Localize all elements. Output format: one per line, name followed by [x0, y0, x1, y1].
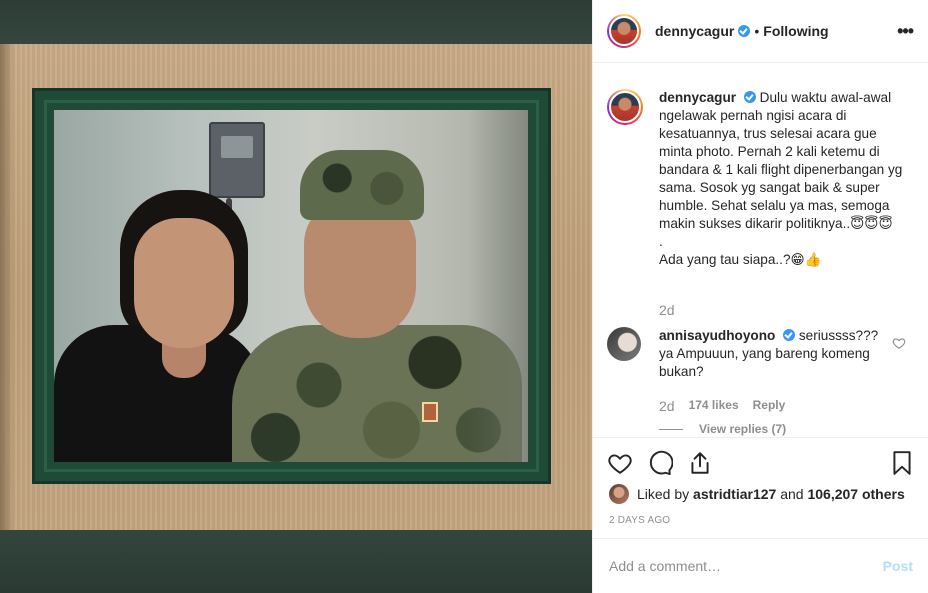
- verified-badge-icon: [743, 91, 756, 103]
- post-date[interactable]: 2 DAYS AGO: [609, 515, 670, 526]
- post-caption: dennycagur Dulu waktu awal-awal ngelawak…: [607, 89, 917, 269]
- author-username[interactable]: dennycagur: [655, 23, 734, 39]
- comment-meta: 2d 174 likes Reply: [659, 398, 785, 414]
- comment-likes[interactable]: 174 likes: [689, 398, 739, 414]
- post-side-panel: dennycagur • Following ••• dennycagur Du…: [592, 0, 928, 593]
- action-bar: [593, 437, 928, 487]
- following-button[interactable]: Following: [763, 23, 828, 39]
- liker-avatar[interactable]: [609, 484, 629, 504]
- post-header: dennycagur • Following •••: [593, 0, 928, 63]
- likes-others[interactable]: 106,207 others: [807, 486, 904, 502]
- verified-badge-icon: [783, 329, 796, 341]
- more-options-icon[interactable]: •••: [897, 22, 914, 40]
- comment-item: annisayudhoyono seriussss??? ya Ampuuun,…: [607, 327, 917, 381]
- printed-photo: [54, 110, 528, 462]
- person-left-face: [134, 218, 234, 348]
- liker-username[interactable]: astridtiar127: [693, 486, 776, 502]
- comment-like-heart-icon[interactable]: [892, 336, 906, 350]
- caption-question: Ada yang tau siapa..?😁👍: [659, 252, 822, 267]
- likes-prefix: Liked by: [637, 486, 690, 502]
- likes-summary: Liked by astridtiar127 and 106,207 other…: [609, 484, 905, 504]
- reply-button[interactable]: Reply: [753, 398, 786, 414]
- verified-badge-icon: [738, 25, 751, 37]
- caption-dot: .: [659, 234, 663, 249]
- save-bookmark-icon[interactable]: [889, 450, 915, 476]
- add-comment-bar: Post: [593, 538, 928, 593]
- post-photo[interactable]: [0, 0, 592, 593]
- view-replies-label: View replies (7): [699, 422, 787, 436]
- electric-meter: [209, 122, 265, 198]
- caption-timestamp[interactable]: 2d: [659, 302, 675, 318]
- caption-author-avatar[interactable]: [607, 89, 643, 125]
- post-comment-button[interactable]: Post: [883, 558, 913, 574]
- likes-conj: and: [780, 486, 804, 502]
- wall-background-bottom: [0, 530, 592, 593]
- uniform-badge: [422, 402, 438, 422]
- commenter-username[interactable]: annisayudhoyono: [659, 328, 775, 343]
- comment-bubble-icon[interactable]: [647, 450, 673, 476]
- share-icon[interactable]: [687, 450, 713, 476]
- commenter-avatar[interactable]: [607, 327, 641, 361]
- camouflage-cap: [300, 150, 424, 220]
- caption-text: Dulu waktu awal-awal ngelawak pernah ngi…: [659, 90, 903, 231]
- comment-input[interactable]: [609, 558, 883, 574]
- separator-dot: •: [754, 23, 760, 39]
- caption-username[interactable]: dennycagur: [659, 90, 736, 105]
- wall-background: [0, 0, 592, 44]
- author-avatar[interactable]: [607, 14, 641, 48]
- comment-timestamp[interactable]: 2d: [659, 398, 675, 414]
- view-replies-button[interactable]: View replies (7): [659, 422, 786, 436]
- like-heart-icon[interactable]: [607, 450, 633, 476]
